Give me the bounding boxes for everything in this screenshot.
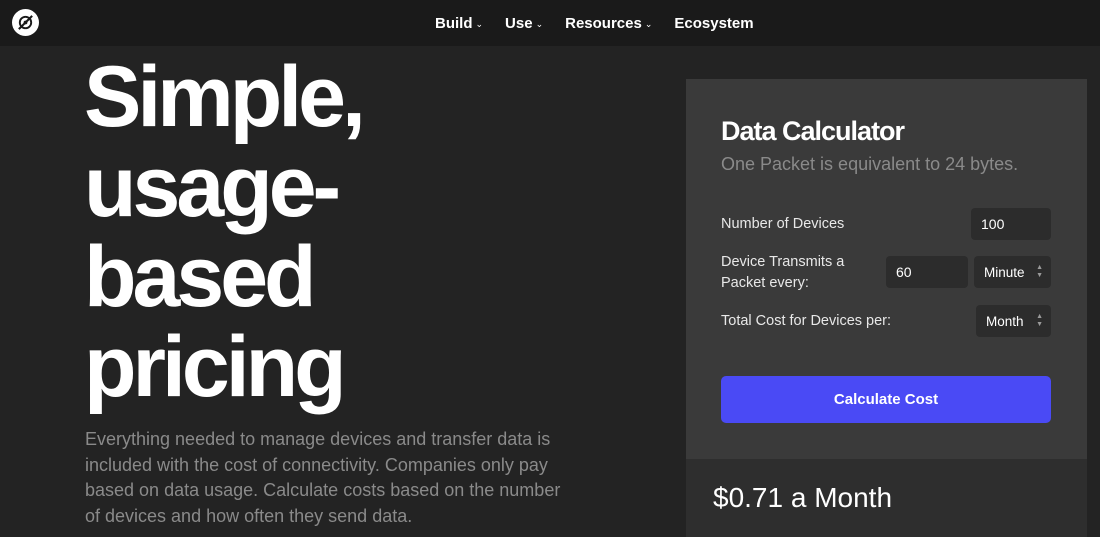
select-arrows-icon: ▲ ▼ xyxy=(1036,264,1043,279)
nav-item-label: Resources xyxy=(565,14,642,32)
transmit-unit-value: Minute xyxy=(984,264,1025,280)
cost-period-value: Month xyxy=(986,313,1024,329)
top-nav: Build ⌄ Use ⌄ Resources ⌄ Ecosystem xyxy=(0,0,1100,46)
main-menu: Build ⌄ Use ⌄ Resources ⌄ Ecosystem xyxy=(435,0,754,46)
calculator-subtitle: One Packet is equivalent to 24 bytes. xyxy=(721,154,1019,174)
chevron-down-icon: ⌄ xyxy=(475,18,484,29)
transmit-label-line: Device Transmits a xyxy=(721,254,845,270)
transmit-label: Device Transmits a Packet every: xyxy=(721,252,844,294)
select-arrows-icon: ▲ ▼ xyxy=(1036,313,1043,328)
calculate-cost-button[interactable]: Calculate Cost xyxy=(721,376,1051,423)
nav-item-use[interactable]: Use ⌄ xyxy=(505,15,543,32)
nav-item-label: Use xyxy=(505,14,533,32)
nav-item-build[interactable]: Build ⌄ xyxy=(435,15,483,32)
hero-title-line: usage- xyxy=(84,139,341,235)
calculator-title: Data Calculator xyxy=(721,116,905,146)
nav-item-resources[interactable]: Resources ⌄ xyxy=(565,15,652,32)
hero-title-line: Simple, xyxy=(84,49,366,145)
cost-period-select[interactable]: Month ▲ ▼ xyxy=(976,305,1051,337)
hero-description: Everything needed to manage devices and … xyxy=(85,429,561,526)
hero-title-line: based xyxy=(84,229,317,325)
transmit-interval-input[interactable]: 60 xyxy=(886,256,968,288)
nav-item-label: Ecosystem xyxy=(674,14,754,32)
transmit-label-line: Packet every: xyxy=(721,275,809,291)
chevron-down-icon: ⌄ xyxy=(644,18,653,29)
devices-input[interactable]: 100 xyxy=(971,208,1051,240)
devices-label: Number of Devices xyxy=(721,216,845,232)
chevron-down-icon: ⌄ xyxy=(535,18,544,29)
cost-result: $0.71 a Month xyxy=(713,482,893,513)
cost-period-label: Total Cost for Devices per: xyxy=(721,313,892,329)
nav-item-ecosystem[interactable]: Ecosystem xyxy=(674,15,753,32)
result-panel: $0.71 a Month xyxy=(686,459,1087,537)
hero-title-line: pricing xyxy=(84,319,347,415)
hero-title: Simple, usage- based pricing xyxy=(84,49,366,415)
transmit-unit-select[interactable]: Minute ▲ ▼ xyxy=(974,256,1051,288)
data-calculator-panel: Data Calculator One Packet is equivalent… xyxy=(686,79,1087,459)
helium-logo-icon[interactable] xyxy=(12,9,39,36)
nav-item-label: Build xyxy=(435,14,473,32)
